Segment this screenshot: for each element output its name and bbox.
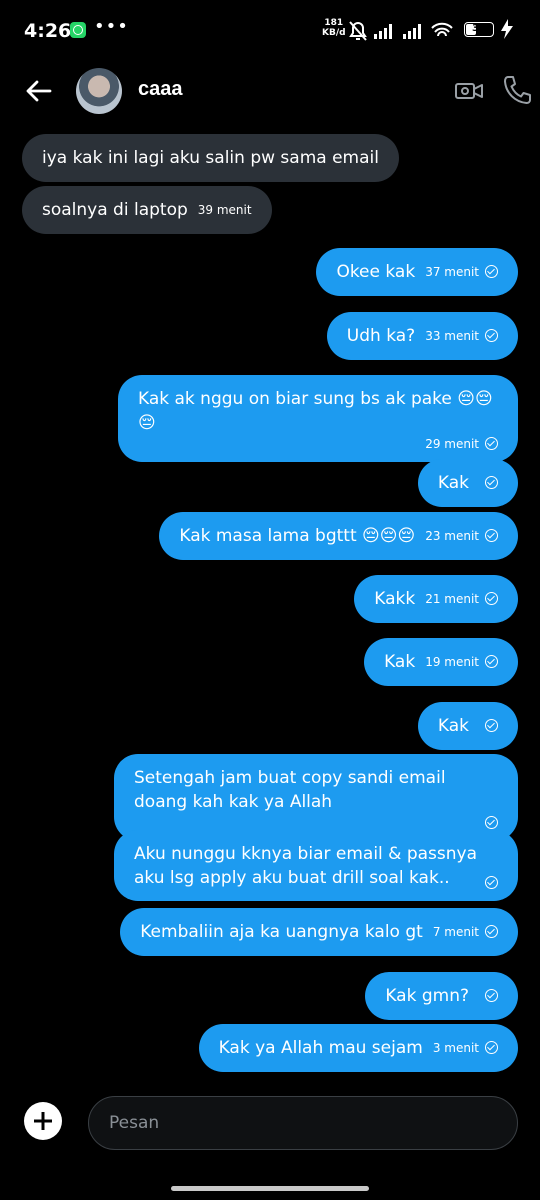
wifi-icon xyxy=(431,22,453,37)
sent-check-icon xyxy=(485,265,498,278)
message-text: Kak ak nggu on biar sung bs ak pake 😔😔😔 xyxy=(138,389,493,433)
message-text: Kak masa lama bgttt 😔😔😔 xyxy=(179,526,416,546)
message-meta: 21 menit xyxy=(425,587,498,611)
signal-1-icon xyxy=(374,24,392,39)
message-timestamp: 33 menit xyxy=(425,329,479,343)
message-timestamp: 21 menit xyxy=(425,592,479,606)
message-bubble-outgoing[interactable]: Kak xyxy=(417,702,518,750)
message-bubble-outgoing[interactable]: Kak masa lama bgttt 😔😔😔 23 menit xyxy=(159,512,518,560)
message-meta xyxy=(479,876,498,890)
sent-check-icon xyxy=(485,876,498,889)
message-bubble-outgoing[interactable]: Aku nunggu kknya biar email & passnya ak… xyxy=(114,830,518,901)
message-meta xyxy=(479,714,498,738)
avatar[interactable] xyxy=(76,68,122,114)
message-text: Kak ya Allah mau sejam xyxy=(218,1038,423,1058)
battery-icon: 35 xyxy=(464,22,494,37)
message-text: Aku nunggu kknya biar email & passnya ak… xyxy=(134,844,478,888)
message-timestamp: 7 menit xyxy=(432,925,479,939)
message-meta xyxy=(479,984,498,1008)
network-speed-value: 181 xyxy=(324,18,344,28)
message-bubble-outgoing[interactable]: Kak ak nggu on biar sung bs ak pake 😔😔😔 … xyxy=(118,375,518,462)
message-text: Udh ka? xyxy=(346,326,416,346)
status-time: 4:26 xyxy=(24,20,72,42)
sent-check-icon xyxy=(485,719,498,732)
back-arrow-icon[interactable] xyxy=(24,76,54,106)
signal-2-icon xyxy=(403,24,421,39)
message-meta: 37 menit xyxy=(425,260,498,284)
sent-check-icon xyxy=(485,1041,498,1054)
mute-bell-icon xyxy=(349,21,367,41)
message-meta xyxy=(479,816,498,830)
message-timestamp: 19 menit xyxy=(425,655,479,669)
message-timestamp: 23 menit xyxy=(425,529,479,543)
sent-check-icon xyxy=(485,329,498,342)
message-bubble-outgoing[interactable]: Kak 19 menit xyxy=(364,638,518,686)
sent-check-icon xyxy=(485,989,498,1002)
message-text: Kak xyxy=(384,652,416,672)
battery-percent: 35 xyxy=(472,23,486,34)
message-bubble-outgoing[interactable]: Okee kak 37 menit xyxy=(316,248,518,296)
message-text: Setengah jam buat copy sandi email doang… xyxy=(134,768,446,812)
sent-check-icon xyxy=(485,816,498,829)
message-text: Kak xyxy=(437,473,469,493)
status-bar: 4:26 ••• 181 KB/d 35 xyxy=(0,0,540,60)
message-bubble-outgoing[interactable]: Udh ka? 33 menit xyxy=(326,312,518,360)
message-meta: 7 menit xyxy=(433,920,498,944)
sent-check-icon xyxy=(485,437,498,450)
charging-bolt-icon xyxy=(501,19,513,39)
status-icons xyxy=(349,21,453,41)
message-text: soalnya di laptop xyxy=(42,200,188,220)
home-indicator[interactable] xyxy=(171,1186,369,1191)
add-attachment-icon[interactable] xyxy=(24,1102,62,1140)
video-call-icon[interactable] xyxy=(454,76,484,106)
message-list: iya kak ini lagi aku salin pw sama email… xyxy=(0,0,540,1200)
message-bubble-outgoing[interactable]: Kak xyxy=(417,459,518,507)
message-bubble-outgoing[interactable]: Kak ya Allah mau sejam 3 menit xyxy=(198,1024,518,1072)
message-timestamp: 29 menit xyxy=(425,437,479,451)
message-bubble-outgoing[interactable]: Kak gmn? xyxy=(365,972,518,1020)
network-speed: 181 KB/d xyxy=(322,18,346,38)
message-bubble-incoming[interactable]: soalnya di laptop 39 menit xyxy=(22,186,272,234)
phone-call-icon[interactable] xyxy=(502,74,532,106)
message-text: Okee kak xyxy=(336,262,416,282)
message-timestamp: 37 menit xyxy=(425,265,479,279)
sent-check-icon xyxy=(485,655,498,668)
message-bubble-incoming[interactable]: iya kak ini lagi aku salin pw sama email xyxy=(22,134,399,182)
message-meta xyxy=(479,471,498,495)
chat-header: caaa xyxy=(0,62,540,120)
network-speed-unit: KB/d xyxy=(322,28,346,38)
sent-check-icon xyxy=(485,925,498,938)
message-meta: 3 menit xyxy=(433,1036,498,1060)
message-meta: 29 menit xyxy=(425,437,498,451)
sent-check-icon xyxy=(485,529,498,542)
message-timestamp: 39 menit xyxy=(197,203,252,217)
whatsapp-notification-icon xyxy=(70,22,86,38)
more-notifications-icon: ••• xyxy=(94,16,129,37)
message-meta: 33 menit xyxy=(425,324,498,348)
message-meta: 19 menit xyxy=(425,650,498,674)
sent-check-icon xyxy=(485,476,498,489)
message-text: Kak xyxy=(437,716,469,736)
message-text: Kak gmn? xyxy=(385,986,469,1006)
message-bubble-outgoing[interactable]: Kakk 21 menit xyxy=(354,575,518,623)
message-text: Kakk xyxy=(374,589,416,609)
message-text: Kembaliin aja ka uangnya kalo gt xyxy=(140,922,423,942)
message-timestamp: 3 menit xyxy=(432,1041,479,1055)
message-meta: 23 menit xyxy=(425,524,498,548)
message-input[interactable] xyxy=(88,1096,518,1150)
sent-check-icon xyxy=(485,592,498,605)
message-bubble-outgoing[interactable]: Kembaliin aja ka uangnya kalo gt 7 menit xyxy=(120,908,518,956)
message-text: iya kak ini lagi aku salin pw sama email xyxy=(42,148,379,168)
contact-name[interactable]: caaa xyxy=(138,78,183,101)
message-bubble-outgoing[interactable]: Setengah jam buat copy sandi email doang… xyxy=(114,754,518,841)
composer xyxy=(0,1094,540,1154)
